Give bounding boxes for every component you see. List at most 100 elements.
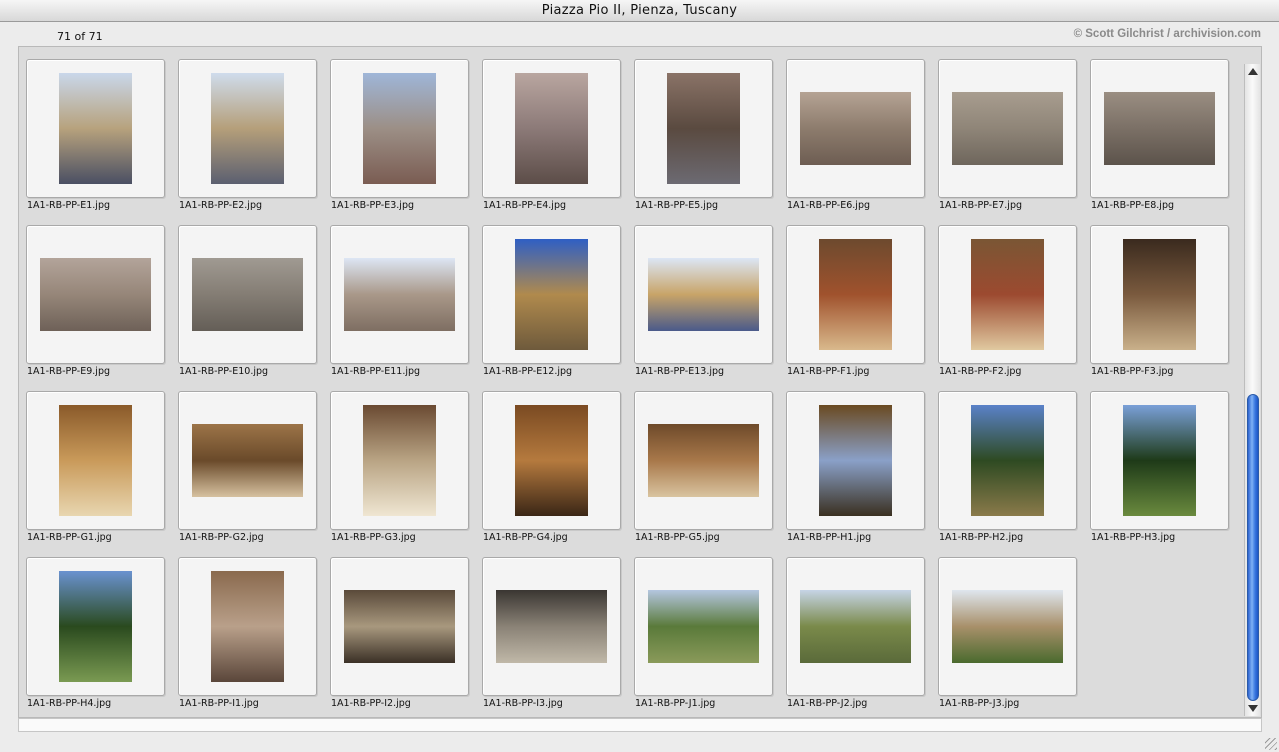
- thumbnail-image[interactable]: [344, 590, 455, 663]
- thumbnail-image[interactable]: [515, 239, 588, 350]
- thumbnail-item[interactable]: 1A1-RB-PP-G1.jpg: [19, 379, 171, 545]
- thumbnail-image[interactable]: [515, 405, 588, 516]
- thumbnail-image[interactable]: [1123, 405, 1196, 516]
- thumbnail-frame[interactable]: [178, 59, 317, 198]
- thumbnail-image[interactable]: [667, 73, 740, 184]
- thumbnail-item[interactable]: 1A1-RB-PP-J3.jpg: [931, 545, 1083, 711]
- thumbnail-frame[interactable]: [938, 557, 1077, 696]
- thumbnail-frame[interactable]: [178, 225, 317, 364]
- thumbnail-item[interactable]: 1A1-RB-PP-H3.jpg: [1083, 379, 1235, 545]
- thumbnail-frame[interactable]: [482, 557, 621, 696]
- thumbnail-image[interactable]: [211, 571, 284, 682]
- thumbnail-image[interactable]: [819, 239, 892, 350]
- scroll-down-arrow-icon[interactable]: [1248, 705, 1258, 712]
- thumbnail-item[interactable]: 1A1-RB-PP-E4.jpg: [475, 47, 627, 213]
- thumbnail-frame[interactable]: [330, 59, 469, 198]
- thumbnail-item[interactable]: 1A1-RB-PP-E6.jpg: [779, 47, 931, 213]
- thumbnail-frame[interactable]: [938, 59, 1077, 198]
- thumbnail-item[interactable]: 1A1-RB-PP-E2.jpg: [171, 47, 323, 213]
- thumbnail-item[interactable]: 1A1-RB-PP-E13.jpg: [627, 213, 779, 379]
- thumbnail-item[interactable]: 1A1-RB-PP-E12.jpg: [475, 213, 627, 379]
- resize-grip-icon[interactable]: [1265, 738, 1277, 750]
- thumbnail-image[interactable]: [192, 424, 303, 497]
- thumbnail-frame[interactable]: [786, 557, 925, 696]
- thumbnail-item[interactable]: 1A1-RB-PP-I1.jpg: [171, 545, 323, 711]
- scroll-up-arrow-icon[interactable]: [1248, 68, 1258, 75]
- thumbnail-image[interactable]: [59, 571, 132, 682]
- thumbnail-image[interactable]: [344, 258, 455, 331]
- thumbnail-image[interactable]: [648, 258, 759, 331]
- thumbnail-item[interactable]: 1A1-RB-PP-G3.jpg: [323, 379, 475, 545]
- thumbnail-image[interactable]: [363, 73, 436, 184]
- thumbnail-filename: 1A1-RB-PP-I1.jpg: [179, 698, 259, 709]
- thumbnail-image[interactable]: [515, 73, 588, 184]
- thumbnail-item[interactable]: 1A1-RB-PP-E7.jpg: [931, 47, 1083, 213]
- thumbnail-image[interactable]: [192, 258, 303, 331]
- scroll-thumb[interactable]: [1247, 394, 1259, 701]
- thumbnail-item[interactable]: 1A1-RB-PP-J1.jpg: [627, 545, 779, 711]
- thumbnail-frame[interactable]: [634, 59, 773, 198]
- thumbnail-item[interactable]: 1A1-RB-PP-E11.jpg: [323, 213, 475, 379]
- thumbnail-frame[interactable]: [26, 557, 165, 696]
- thumbnail-frame[interactable]: [634, 391, 773, 530]
- thumbnail-filename: 1A1-RB-PP-J2.jpg: [787, 698, 868, 709]
- thumbnail-image[interactable]: [496, 590, 607, 663]
- thumbnail-image[interactable]: [1104, 92, 1215, 165]
- thumbnail-item[interactable]: 1A1-RB-PP-E10.jpg: [171, 213, 323, 379]
- thumbnail-item[interactable]: 1A1-RB-PP-H1.jpg: [779, 379, 931, 545]
- thumbnail-frame[interactable]: [178, 391, 317, 530]
- thumbnail-frame[interactable]: [178, 557, 317, 696]
- thumbnail-image[interactable]: [800, 92, 911, 165]
- thumbnail-image[interactable]: [971, 405, 1044, 516]
- thumbnail-frame[interactable]: [482, 391, 621, 530]
- thumbnail-item[interactable]: 1A1-RB-PP-F3.jpg: [1083, 213, 1235, 379]
- thumbnail-frame[interactable]: [1090, 59, 1229, 198]
- thumbnail-frame[interactable]: [938, 225, 1077, 364]
- thumbnail-item[interactable]: 1A1-RB-PP-I2.jpg: [323, 545, 475, 711]
- thumbnail-frame[interactable]: [330, 225, 469, 364]
- thumbnail-item[interactable]: 1A1-RB-PP-E5.jpg: [627, 47, 779, 213]
- thumbnail-item[interactable]: 1A1-RB-PP-H4.jpg: [19, 545, 171, 711]
- thumbnail-image[interactable]: [648, 590, 759, 663]
- thumbnail-frame[interactable]: [26, 59, 165, 198]
- thumbnail-item[interactable]: 1A1-RB-PP-F1.jpg: [779, 213, 931, 379]
- thumbnail-frame[interactable]: [938, 391, 1077, 530]
- thumbnail-item[interactable]: 1A1-RB-PP-J2.jpg: [779, 545, 931, 711]
- vertical-scrollbar[interactable]: [1244, 64, 1260, 716]
- thumbnail-frame[interactable]: [26, 225, 165, 364]
- thumbnail-image[interactable]: [952, 590, 1063, 663]
- thumbnail-item[interactable]: 1A1-RB-PP-G2.jpg: [171, 379, 323, 545]
- thumbnail-frame[interactable]: [330, 557, 469, 696]
- thumbnail-frame[interactable]: [482, 59, 621, 198]
- thumbnail-item[interactable]: 1A1-RB-PP-E3.jpg: [323, 47, 475, 213]
- thumbnail-item[interactable]: 1A1-RB-PP-I3.jpg: [475, 545, 627, 711]
- thumbnail-frame[interactable]: [26, 391, 165, 530]
- thumbnail-item[interactable]: 1A1-RB-PP-G4.jpg: [475, 379, 627, 545]
- thumbnail-frame[interactable]: [634, 557, 773, 696]
- thumbnail-item[interactable]: 1A1-RB-PP-H2.jpg: [931, 379, 1083, 545]
- thumbnail-image[interactable]: [363, 405, 436, 516]
- thumbnail-item[interactable]: 1A1-RB-PP-E1.jpg: [19, 47, 171, 213]
- thumbnail-item[interactable]: 1A1-RB-PP-G5.jpg: [627, 379, 779, 545]
- thumbnail-image[interactable]: [952, 92, 1063, 165]
- thumbnail-image[interactable]: [59, 405, 132, 516]
- thumbnail-item[interactable]: 1A1-RB-PP-E9.jpg: [19, 213, 171, 379]
- thumbnail-image[interactable]: [971, 239, 1044, 350]
- thumbnail-frame[interactable]: [634, 225, 773, 364]
- thumbnail-image[interactable]: [1123, 239, 1196, 350]
- thumbnail-image[interactable]: [800, 590, 911, 663]
- thumbnail-frame[interactable]: [786, 225, 925, 364]
- thumbnail-frame[interactable]: [1090, 391, 1229, 530]
- thumbnail-image[interactable]: [819, 405, 892, 516]
- thumbnail-image[interactable]: [59, 73, 132, 184]
- thumbnail-frame[interactable]: [1090, 225, 1229, 364]
- thumbnail-frame[interactable]: [330, 391, 469, 530]
- thumbnail-image[interactable]: [211, 73, 284, 184]
- thumbnail-frame[interactable]: [786, 59, 925, 198]
- thumbnail-item[interactable]: 1A1-RB-PP-F2.jpg: [931, 213, 1083, 379]
- thumbnail-image[interactable]: [648, 424, 759, 497]
- thumbnail-item[interactable]: 1A1-RB-PP-E8.jpg: [1083, 47, 1235, 213]
- thumbnail-frame[interactable]: [786, 391, 925, 530]
- thumbnail-frame[interactable]: [482, 225, 621, 364]
- thumbnail-image[interactable]: [40, 258, 151, 331]
